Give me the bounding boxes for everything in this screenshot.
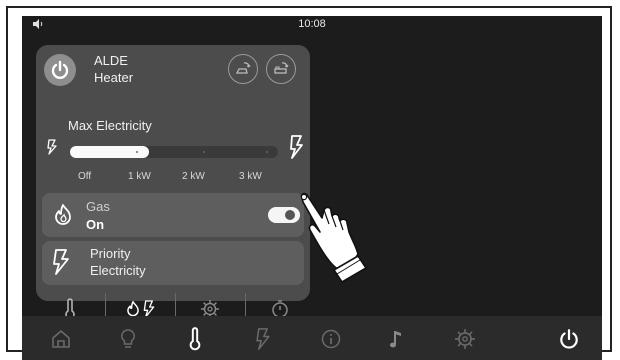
nav-home[interactable] bbox=[48, 326, 74, 352]
gas-label: Gas bbox=[86, 199, 110, 214]
nav-lights[interactable] bbox=[115, 326, 141, 352]
gear-icon bbox=[455, 329, 475, 349]
home-icon bbox=[52, 330, 70, 348]
gas-state: On bbox=[86, 217, 105, 232]
nav-music[interactable] bbox=[384, 326, 410, 352]
level-1kw: 1 kW bbox=[128, 171, 151, 182]
heater-panel: ALDE Heater Max Electricity Off 1 kW 2 k… bbox=[36, 45, 310, 325]
nav-settings[interactable] bbox=[452, 326, 478, 352]
level-2kw: 2 kW bbox=[182, 171, 205, 182]
bolt-icon bbox=[53, 249, 69, 275]
power-icon bbox=[51, 60, 69, 79]
slider-tick bbox=[136, 151, 138, 153]
status-bar: 10:08 bbox=[22, 16, 602, 34]
priority-value: Electricity bbox=[90, 263, 146, 278]
nav-info[interactable] bbox=[318, 326, 344, 352]
nav-electricity[interactable] bbox=[250, 326, 276, 352]
gas-row: Gas On bbox=[42, 193, 304, 237]
comfort-mode-icon bbox=[235, 62, 251, 74]
priority-label: Priority bbox=[90, 246, 131, 261]
slider-tick bbox=[203, 151, 205, 153]
info-icon bbox=[321, 329, 341, 349]
heater-title: ALDE Heater bbox=[94, 52, 133, 86]
slider-tick bbox=[266, 151, 268, 153]
max-electricity-label: Max Electricity bbox=[68, 118, 152, 133]
flame-icon bbox=[55, 204, 71, 225]
pointing-hand-icon bbox=[300, 192, 367, 283]
bolt-large-icon bbox=[290, 135, 303, 159]
music-icon bbox=[390, 331, 401, 348]
priority-row[interactable]: Priority Electricity bbox=[42, 241, 304, 285]
nav-climate[interactable] bbox=[182, 326, 208, 352]
heater-power-button[interactable] bbox=[44, 54, 76, 86]
toggle-knob bbox=[285, 210, 295, 220]
level-off: Off bbox=[78, 171, 92, 182]
heater-type: Heater bbox=[94, 70, 134, 85]
bolt-icon bbox=[256, 328, 270, 350]
bottom-nav bbox=[22, 316, 602, 360]
level-3kw: 3 kW bbox=[239, 171, 262, 182]
comfort-mode-button[interactable] bbox=[228, 54, 258, 84]
bulb-icon bbox=[121, 329, 135, 348]
heater-brand: ALDE bbox=[94, 53, 128, 68]
bed-mode-button[interactable] bbox=[266, 54, 296, 84]
max-electricity-slider[interactable] bbox=[70, 146, 278, 158]
thermometer-icon bbox=[189, 327, 201, 351]
priority-text: Priority Electricity bbox=[90, 245, 146, 279]
clock: 10:08 bbox=[298, 18, 326, 30]
power-icon bbox=[560, 329, 578, 349]
bed-mode-icon bbox=[274, 62, 289, 74]
bolt-small-icon bbox=[47, 139, 57, 155]
nav-power[interactable] bbox=[556, 326, 582, 352]
